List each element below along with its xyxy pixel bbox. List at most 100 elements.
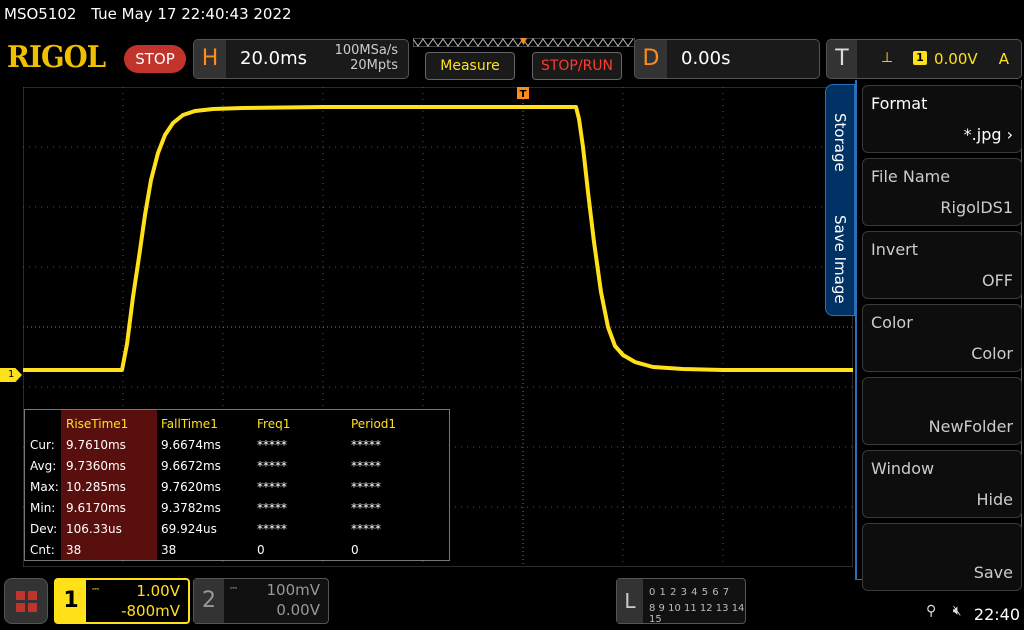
- channel-2-offset: 0.00V: [276, 601, 320, 619]
- stop-run-button[interactable]: STOP/RUN: [532, 52, 622, 80]
- horizontal-control[interactable]: H 20.0ms 100MSa/s 20Mpts: [193, 39, 409, 79]
- table-cell: *****: [257, 459, 287, 473]
- column-header[interactable]: Period1: [351, 417, 396, 431]
- menu-item-value: RigolDS1: [940, 198, 1013, 217]
- menu-tabs: Storage Save Image: [825, 84, 855, 316]
- channel-1-waveform: [23, 105, 853, 372]
- channel-2-number: 2: [194, 579, 224, 623]
- table-cell: 69.924us: [161, 522, 217, 536]
- logic-analyzer-label: L: [617, 579, 643, 623]
- table-cell: *****: [257, 438, 287, 452]
- table-cell: *****: [351, 480, 381, 494]
- clock: 22:40: [973, 605, 1020, 624]
- menu-item-new-folder[interactable]: NewFolder: [862, 377, 1022, 445]
- home-button[interactable]: [4, 578, 48, 624]
- menu-item-value: Color: [971, 344, 1013, 363]
- menu-item-key: Format: [871, 94, 928, 113]
- model-name: MSO5102: [4, 5, 77, 23]
- trigger-marker-label: T: [520, 89, 527, 100]
- channel-2-settings[interactable]: 2 ⎓ 100mV 0.00V: [193, 578, 329, 624]
- table-cell: 38: [161, 543, 177, 557]
- menu-item-key: Color: [871, 313, 913, 332]
- menu-item-value: Save: [973, 563, 1013, 582]
- measurement-table: RiseTime1 FallTime1 Freq1 Period1 Cur: 9…: [24, 409, 450, 561]
- row-label: Min:: [30, 501, 56, 515]
- menu-item-value: OFF: [982, 271, 1013, 290]
- acquisition-info: 100MSa/s 20Mpts: [335, 43, 398, 73]
- menu-item-color[interactable]: Color Color: [862, 304, 1022, 372]
- row-label: Cur:: [30, 438, 55, 452]
- datetime: Tue May 17 22:40:43 2022: [91, 5, 292, 23]
- menu-item-format[interactable]: Format *.jpg ›: [862, 85, 1022, 153]
- memory-depth: 20Mpts: [350, 58, 398, 73]
- row-label: Dev:: [30, 522, 58, 536]
- sample-rate: 100MSa/s: [334, 43, 398, 58]
- table-cell: *****: [351, 501, 381, 515]
- horizontal-label: H: [194, 40, 226, 78]
- menu-item-save[interactable]: Save: [862, 523, 1022, 591]
- table-cell: 0: [257, 543, 265, 557]
- menu-item-invert[interactable]: Invert OFF: [862, 231, 1022, 299]
- logic-analyzer-settings[interactable]: L 0 1 2 3 4 5 6 7 8 9 10 11 12 13 14 15: [616, 578, 746, 625]
- rising-edge-icon: ⊥: [881, 50, 894, 66]
- table-cell: *****: [257, 501, 287, 515]
- row-label: Cnt:: [30, 543, 55, 557]
- trigger-label: T: [827, 40, 857, 78]
- tab-save-image[interactable]: Save Image: [831, 215, 849, 304]
- trigger-control[interactable]: T ⊥ 1 0.00V A: [826, 39, 1022, 79]
- trigger-mode: A: [998, 50, 1009, 68]
- delay-control[interactable]: D 0.00s: [634, 39, 820, 79]
- table-cell: 106.33us: [66, 522, 122, 536]
- table-cell: 9.7610ms: [66, 438, 126, 452]
- menu-item-key: File Name: [871, 167, 951, 186]
- run-state-badge: STOP: [124, 45, 186, 73]
- trigger-position-icon: ▼: [520, 37, 527, 47]
- column-header[interactable]: RiseTime1: [66, 417, 128, 431]
- brand-logo: RIGOL: [7, 40, 106, 75]
- tab-storage[interactable]: Storage: [831, 113, 849, 172]
- table-cell: *****: [351, 438, 381, 452]
- table-cell: 10.285ms: [66, 480, 126, 494]
- delay-value: 0.00s: [681, 48, 731, 69]
- table-cell: 0: [351, 543, 359, 557]
- table-cell: *****: [257, 522, 287, 536]
- measure-button[interactable]: Measure: [425, 52, 515, 80]
- table-cell: 9.6674ms: [161, 438, 221, 452]
- menu-item-key: Invert: [871, 240, 919, 259]
- chevron-right-icon: ›: [1001, 125, 1013, 144]
- menu-item-file-name[interactable]: File Name RigolDS1: [862, 158, 1022, 226]
- menu-item-value: NewFolder: [928, 417, 1013, 436]
- delay-label: D: [635, 40, 667, 78]
- usb-icon: ⚲: [926, 603, 937, 619]
- table-cell: 9.7620ms: [161, 480, 221, 494]
- table-cell: *****: [257, 480, 287, 494]
- column-header[interactable]: Freq1: [257, 417, 290, 431]
- dc-coupling-icon: ⎓: [92, 585, 100, 595]
- menu-item-key: Window: [871, 459, 935, 478]
- menu-item-value: Hide: [976, 490, 1013, 509]
- digital-channels-row-1: 0 1 2 3 4 5 6 7: [649, 587, 730, 598]
- channel-1-settings[interactable]: 1 ⎓ 1.00V -800mV: [54, 578, 190, 624]
- speaker-muted-icon[interactable]: 🔇︎: [953, 603, 962, 619]
- title-line: MSO5102 Tue May 17 22:40:43 2022: [4, 5, 292, 23]
- table-cell: 9.6170ms: [66, 501, 126, 515]
- dc-coupling-icon: ⎓: [230, 584, 238, 594]
- channel-1-offset: -800mV: [121, 602, 180, 620]
- table-cell: *****: [351, 522, 381, 536]
- table-cell: 38: [66, 543, 82, 557]
- timebase-value: 20.0ms: [240, 48, 307, 69]
- menu-item-window[interactable]: Window Hide: [862, 450, 1022, 518]
- row-label: Avg:: [30, 459, 57, 473]
- status-icons: ⚲ 🔇︎: [926, 603, 962, 619]
- table-cell: 9.7360ms: [66, 459, 126, 473]
- format-value: *.jpg: [963, 125, 1002, 144]
- table-cell: 9.3782ms: [161, 501, 221, 515]
- storage-menu: Format *.jpg › File Name RigolDS1 Invert…: [855, 80, 1022, 591]
- column-header[interactable]: FallTime1: [161, 417, 218, 431]
- row-label: Max:: [30, 480, 59, 494]
- trigger-level: 0.00V: [934, 50, 978, 68]
- channel-1-offset-marker[interactable]: 1: [0, 368, 22, 382]
- grid-menu-icon: [16, 591, 37, 612]
- channel-2-scale: 100mV: [266, 581, 320, 599]
- channel-1-number: 1: [56, 580, 86, 622]
